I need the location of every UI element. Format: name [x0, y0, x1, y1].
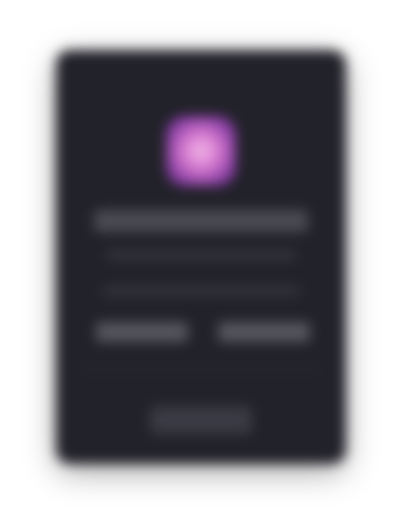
primary-button[interactable] — [150, 406, 252, 434]
option-button-left[interactable] — [96, 322, 188, 342]
dialog-description — [102, 286, 300, 296]
backdrop — [0, 0, 400, 527]
divider — [80, 368, 322, 370]
option-button-right[interactable] — [218, 322, 310, 342]
dialog-subtitle — [106, 250, 296, 260]
dialog-title — [94, 210, 308, 232]
dialog-card — [56, 50, 346, 464]
app-icon — [166, 116, 236, 186]
